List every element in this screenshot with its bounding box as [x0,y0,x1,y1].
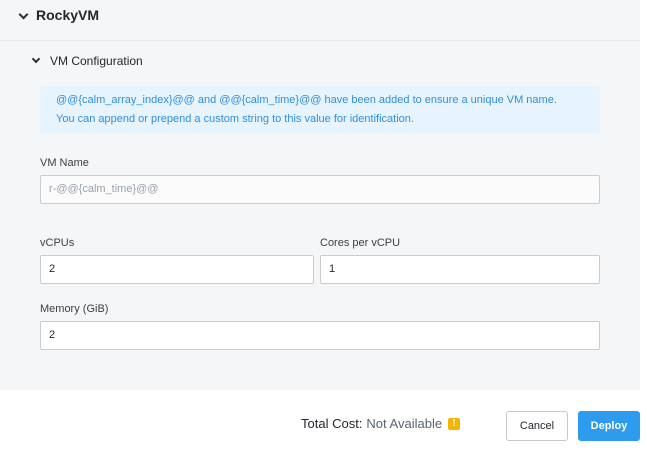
deploy-button[interactable]: Deploy [578,411,640,441]
section-header-rockyvm[interactable]: RockyVM [0,0,640,41]
cores-per-vcpu-label: Cores per vCPU [320,237,401,249]
config-panel: RockyVM VM Configuration @@{calm_array_i… [0,0,640,390]
cancel-button[interactable]: Cancel [506,411,568,441]
memory-label: Memory (GiB) [40,303,109,315]
info-text-line-1: @@{calm_array_index}@@ and @@{calm_time}… [56,94,557,106]
vcpus-input[interactable]: 2 [40,255,314,284]
memory-input[interactable]: 2 [40,321,600,350]
total-cost-label: Total Cost: [301,416,363,431]
section-title: RockyVM [36,7,100,23]
vcpus-label: vCPUs [40,237,75,249]
subsection-title[interactable]: VM Configuration [50,54,143,68]
total-cost-value: Not Available [366,416,443,431]
total-cost: Total Cost: Not Available ! [301,416,461,431]
warning-icon[interactable]: ! [448,417,461,430]
info-banner: @@{calm_array_index}@@ and @@{calm_time}… [40,86,600,133]
cores-per-vcpu-input[interactable]: 1 [320,255,600,284]
vm-name-input[interactable]: r-@@{calm_time}@@ [40,175,600,204]
vm-name-label: VM Name [40,157,89,169]
chevron-down-icon[interactable] [18,9,29,20]
info-text-line-2: You can append or prepend a custom strin… [56,113,414,125]
chevron-down-icon[interactable] [31,54,41,64]
